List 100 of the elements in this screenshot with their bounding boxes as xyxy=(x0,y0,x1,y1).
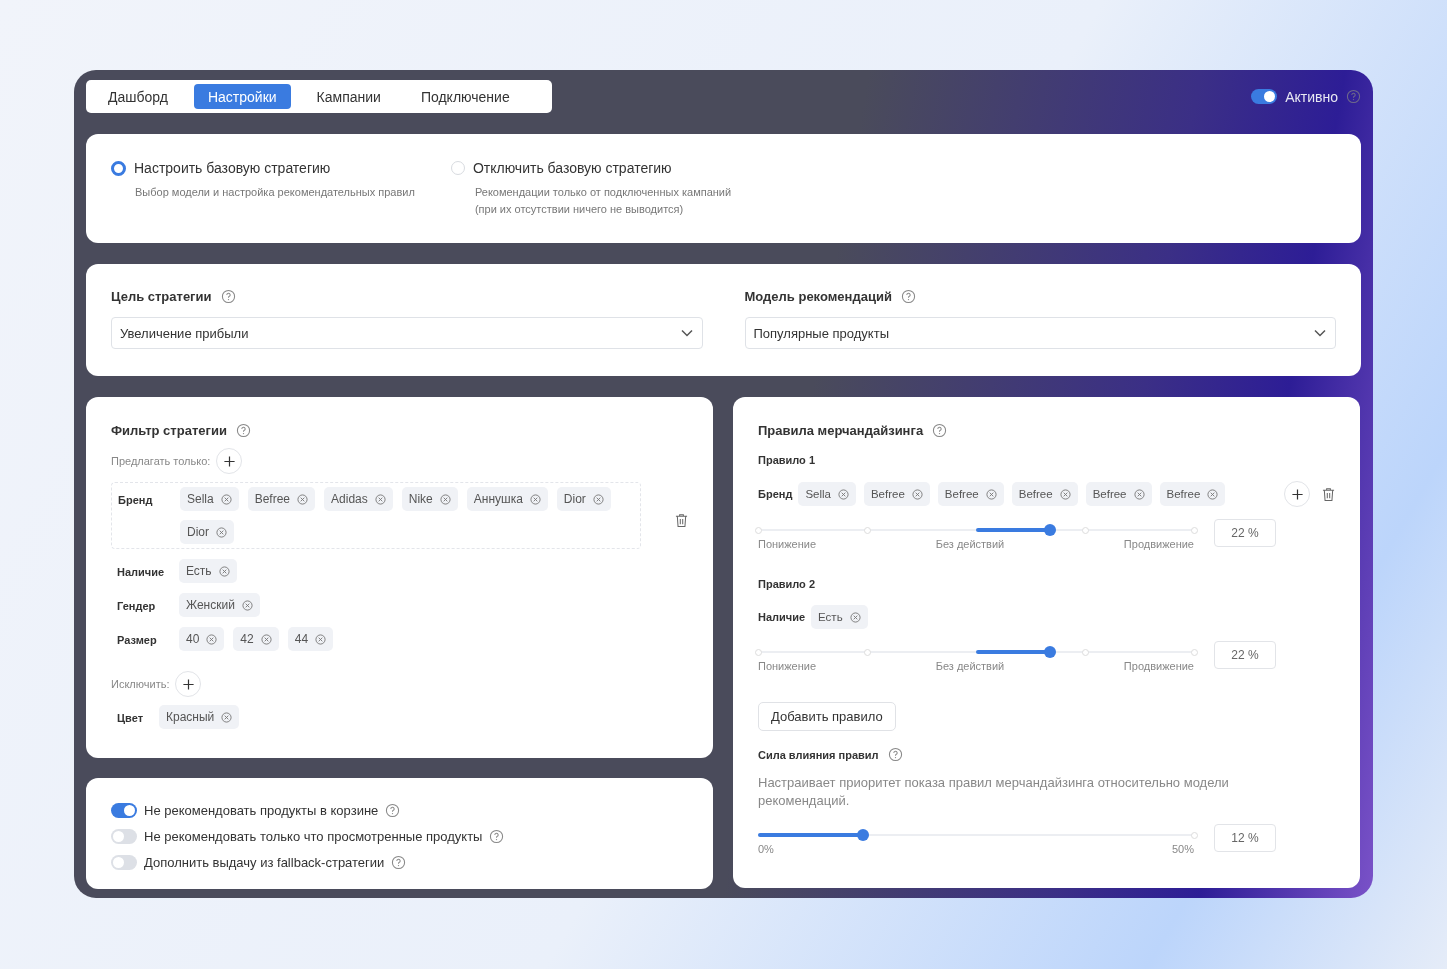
description-text: Настраивает приоритет показа правил мерчандайзинга относительно модели рекомендаций. xyxy=(758,774,1230,810)
tab[interactable]: Подключение xyxy=(406,84,524,109)
value-field[interactable]: 22 % xyxy=(1214,641,1276,669)
plus-icon xyxy=(1290,487,1304,501)
tab[interactable]: Настройки xyxy=(193,84,291,109)
remove-icon[interactable] xyxy=(1207,488,1219,500)
remove-icon[interactable] xyxy=(216,526,227,538)
filter-tag[interactable]: Befree xyxy=(863,482,930,506)
trash-icon[interactable] xyxy=(675,513,688,528)
filter-tag[interactable]: Befree xyxy=(247,487,316,511)
help-icon[interactable] xyxy=(1346,89,1361,104)
tab[interactable]: Кампании xyxy=(302,84,395,109)
remove-icon[interactable] xyxy=(439,493,451,505)
slider-label: 50% xyxy=(1171,843,1194,855)
filter-tag[interactable]: Аннушка xyxy=(466,487,548,511)
section-title: Фильтр стратегии xyxy=(111,423,227,438)
filter-tag[interactable]: 40 xyxy=(179,627,225,651)
slider-tick xyxy=(1191,832,1198,839)
filter-tag[interactable]: 44 xyxy=(287,627,334,651)
filter-label: Цвет xyxy=(117,711,144,726)
value-field[interactable]: 22 % xyxy=(1214,519,1276,547)
option-description: Выбор модели и настройка рекомендательных правил xyxy=(135,185,415,200)
filter-tag[interactable]: Sella xyxy=(798,482,856,506)
slider-tick xyxy=(755,649,762,656)
value-field[interactable]: 12 % xyxy=(1214,824,1276,852)
slider-label: Понижение xyxy=(758,660,817,672)
remove-icon[interactable] xyxy=(221,711,233,723)
slider-label: Понижение xyxy=(758,538,817,550)
trash-icon[interactable] xyxy=(1322,486,1335,502)
filter-tag[interactable]: Befree xyxy=(937,482,1004,506)
filter-tag[interactable]: Красный xyxy=(159,705,240,729)
slider-thumb[interactable] xyxy=(1044,524,1057,536)
remove-icon[interactable] xyxy=(220,493,232,505)
option-label: Не рекомендовать продукты в корзине xyxy=(144,803,379,818)
filter-tag[interactable]: Dior xyxy=(556,487,611,511)
remove-icon[interactable] xyxy=(374,493,386,505)
slider-tick xyxy=(1191,649,1198,656)
filter-label: Бренд xyxy=(118,493,154,508)
tab[interactable]: Дашборд xyxy=(94,84,182,109)
filter-tag[interactable]: 42 xyxy=(233,627,279,651)
remove-icon[interactable] xyxy=(1133,488,1145,500)
status-label: Активно xyxy=(1285,88,1338,105)
filter-tag[interactable]: Befree xyxy=(1011,482,1078,506)
add-rule-button[interactable]: Добавить правило xyxy=(758,702,896,731)
slider-tick xyxy=(1082,649,1089,656)
slider-tick xyxy=(864,649,871,656)
slider-tick xyxy=(1191,527,1198,534)
radio-button[interactable] xyxy=(111,160,126,176)
filter-tag[interactable]: Befree xyxy=(1159,482,1226,506)
section-label: Исключить: xyxy=(111,678,170,690)
remove-icon[interactable] xyxy=(911,488,923,500)
option-label: Дополнить выдачу из fallback-стратегии xyxy=(144,855,385,870)
slider-thumb[interactable] xyxy=(856,829,869,841)
help-icon[interactable] xyxy=(391,855,407,870)
filter-tag[interactable]: Sella xyxy=(180,487,239,511)
filter-tag[interactable]: Nike xyxy=(401,487,458,511)
remove-icon[interactable] xyxy=(297,493,309,505)
add-button[interactable] xyxy=(216,448,243,474)
remove-icon[interactable] xyxy=(218,565,230,577)
filter-label: Наличие xyxy=(758,611,806,623)
remove-icon[interactable] xyxy=(849,611,861,623)
toggle-switch[interactable] xyxy=(111,829,137,844)
dropdown[interactable]: Увеличение прибыли xyxy=(111,317,703,349)
option-title: Настроить базовую стратегию xyxy=(134,160,331,176)
remove-icon[interactable] xyxy=(1059,488,1071,500)
slider-thumb[interactable] xyxy=(1044,646,1057,658)
remove-icon[interactable] xyxy=(985,488,997,500)
filter-tag[interactable]: Есть xyxy=(811,605,868,629)
option-description: Рекомендации только от подключенных кампаний (при их отсутствии ничего не выводится) xyxy=(474,185,732,217)
dropdown[interactable]: Популярные продукты xyxy=(744,317,1336,349)
help-icon[interactable] xyxy=(900,289,916,304)
slider-tick xyxy=(755,527,762,534)
remove-icon[interactable] xyxy=(241,599,253,611)
remove-icon[interactable] xyxy=(529,493,541,505)
remove-icon[interactable] xyxy=(206,633,218,645)
remove-icon[interactable] xyxy=(837,488,849,500)
help-icon[interactable] xyxy=(932,423,948,438)
filter-tag[interactable]: Женский xyxy=(179,593,260,617)
filter-tag[interactable]: Befree xyxy=(1085,482,1152,506)
toggle-switch[interactable] xyxy=(1251,89,1278,104)
filter-label: Размер xyxy=(117,633,158,648)
remove-icon[interactable] xyxy=(260,633,272,645)
option-title: Отключить базовую стратегию xyxy=(472,160,672,176)
field-label: Цель стратегии xyxy=(111,289,212,304)
help-icon[interactable] xyxy=(235,423,251,438)
remove-icon[interactable] xyxy=(592,493,604,505)
filter-tag[interactable]: Adidas xyxy=(324,487,393,511)
rule-title: Правило 2 xyxy=(758,578,816,590)
toggle-switch[interactable] xyxy=(111,803,137,818)
help-icon[interactable] xyxy=(887,747,903,762)
help-icon[interactable] xyxy=(220,289,236,304)
help-icon[interactable] xyxy=(489,829,505,844)
add-button[interactable] xyxy=(175,671,202,697)
filter-tag[interactable]: Есть xyxy=(179,559,237,583)
filter-tag[interactable]: Dior xyxy=(180,520,234,544)
add-button[interactable] xyxy=(1284,481,1310,507)
remove-icon[interactable] xyxy=(315,633,327,645)
toggle-switch[interactable] xyxy=(111,855,137,870)
help-icon[interactable] xyxy=(385,803,401,818)
section-title: Сила влияния правил xyxy=(758,748,879,761)
